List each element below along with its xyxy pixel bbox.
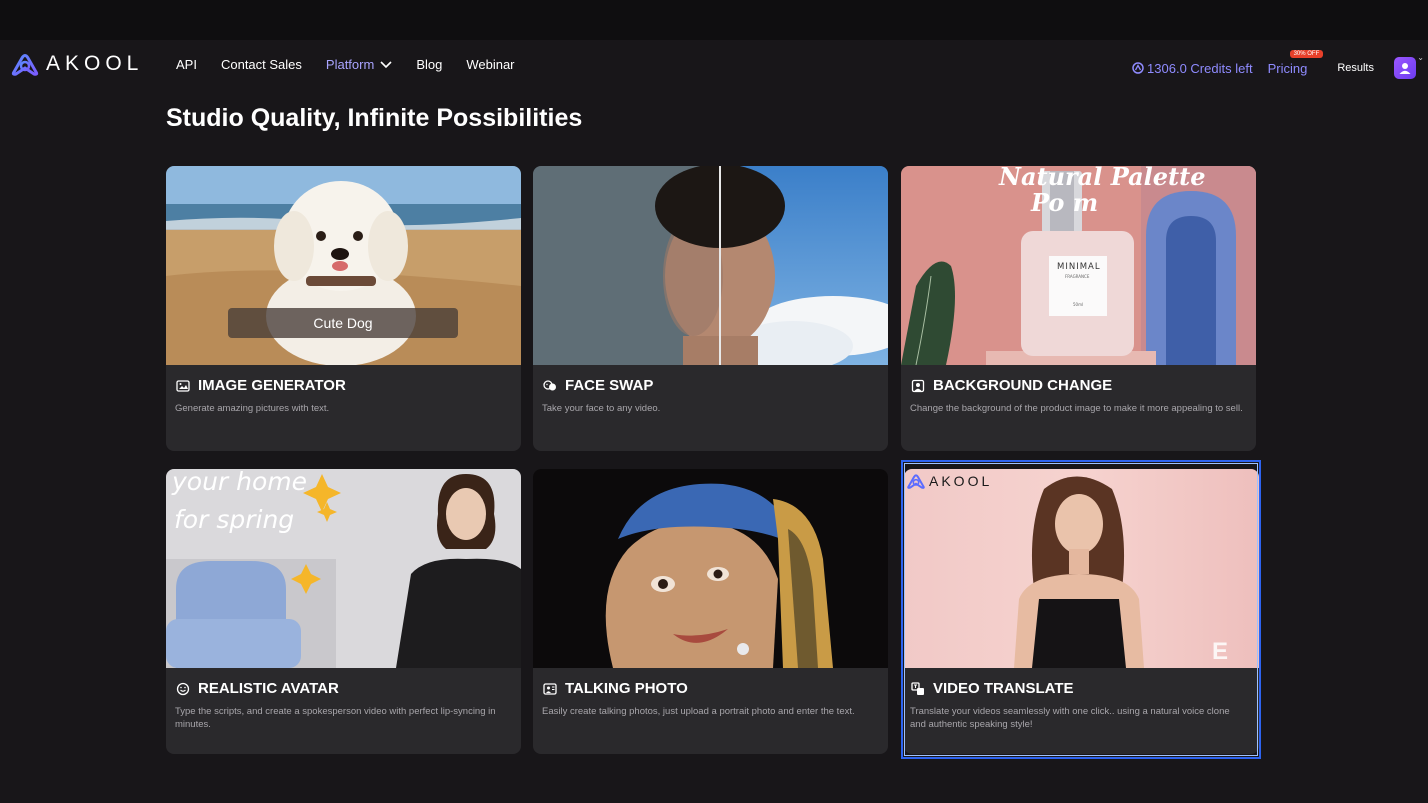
card-title: REALISTIC AVATAR [176, 680, 339, 697]
image-prompt-label: Cute Dog [228, 308, 458, 338]
credits-display[interactable]: 1306.0 Credits left [1132, 61, 1253, 76]
face-swap-image [533, 166, 888, 365]
svg-text:E: E [1212, 638, 1228, 665]
avatar-caret-icon: ⌄ [1417, 53, 1424, 62]
bottle-sublabel: FRAGRANCE [1065, 274, 1090, 279]
card-description: Take your face to any video. [542, 403, 661, 414]
image-caption-text-2: for spring [174, 505, 295, 534]
card-title: TALKING PHOTO [543, 680, 688, 697]
nav-links: API Contact Sales Platform Blog Webinar [176, 57, 539, 72]
nav-link-api[interactable]: API [176, 57, 197, 72]
chevron-down-icon [380, 60, 392, 68]
bottle-label: MINIMAL [1057, 262, 1101, 272]
credits-text: 1306.0 Credits left [1147, 60, 1253, 76]
navbar: AKOOL API Contact Sales Platform Blog We… [0, 40, 1428, 90]
card-image: Natural Palette Po m MINIMAL FRAGRANCE 5… [901, 166, 1256, 365]
nav-link-platform[interactable]: Platform [326, 57, 392, 72]
pricing-link[interactable]: Pricing 30% OFF [1267, 49, 1324, 76]
image-caption-text: your home [172, 469, 308, 496]
card-title-text: VIDEO TRANSLATE [933, 680, 1074, 697]
card-title: BACKGROUND CHANGE [911, 377, 1112, 394]
card-description: Easily create talking photos, just uploa… [542, 706, 855, 717]
image-heading-text: Natural Palette [999, 166, 1206, 191]
card-description: Change the background of the product ima… [910, 403, 1243, 414]
photo-icon [543, 682, 557, 695]
user-avatar[interactable]: ⌄ [1394, 53, 1424, 79]
nav-link-contact-sales[interactable]: Contact Sales [221, 57, 302, 72]
translate-icon [911, 681, 924, 695]
card-image: Cute Dog [166, 166, 521, 365]
image-icon [176, 379, 190, 392]
pearl-earring-image [533, 469, 888, 668]
logo-text: AKOOL [46, 52, 144, 75]
card-image: your home for spring [166, 469, 521, 668]
card-title-text: FACE SWAP [565, 377, 654, 394]
avatar-icon [176, 682, 190, 695]
card-description: Generate amazing pictures with text. [175, 403, 330, 414]
card-image [533, 166, 888, 365]
nav-link-blog[interactable]: Blog [416, 57, 442, 72]
card-description: Type the scripts, and create a spokesper… [175, 706, 496, 730]
image-heading-text-2: Po m [1031, 188, 1099, 217]
background-icon [911, 379, 925, 392]
card-talking-photo[interactable]: TALKING PHOTO Easily create talking phot… [533, 469, 888, 754]
face-swap-icon [543, 379, 556, 390]
video-translate-image: E [904, 469, 1259, 668]
card-realistic-avatar[interactable]: your home for spring REALISTIC AVATAR Ty… [166, 469, 521, 754]
nav-link-platform-label: Platform [325, 57, 375, 72]
watermark-logo: AKOOL [906, 473, 992, 489]
card-description: Translate your videos seamlessly with on… [910, 706, 1230, 730]
top-strip [0, 0, 1428, 40]
section-title: Studio Quality, Infinite Possibilities [166, 104, 583, 132]
card-image: E AKOOL [904, 469, 1259, 668]
card-title-text: REALISTIC AVATAR [198, 680, 339, 697]
nav-right: 1306.0 Credits left Pricing 30% OFF Resu… [1132, 49, 1424, 79]
bottle-volume: 50ml [1073, 302, 1084, 307]
card-title: IMAGE GENERATOR [176, 377, 346, 394]
user-icon [1399, 63, 1411, 74]
card-title: FACE SWAP [543, 377, 653, 394]
card-title-text: TALKING PHOTO [565, 680, 688, 697]
akool-logo[interactable]: AKOOL [10, 52, 143, 76]
credits-icon [1132, 62, 1144, 74]
card-background-change[interactable]: Natural Palette Po m MINIMAL FRAGRANCE 5… [901, 166, 1256, 451]
card-image [533, 469, 888, 668]
nav-link-webinar[interactable]: Webinar [466, 57, 514, 72]
logo-icon [11, 54, 39, 76]
card-video-translate[interactable]: E AKOOL VIDEO TRANSLATE Translate your v… [904, 469, 1259, 754]
avatar-image [166, 469, 521, 668]
card-title: VIDEO TRANSLATE [911, 680, 1074, 697]
card-image-generator[interactable]: Cute Dog IMAGE GENERATOR Generate amazin… [166, 166, 521, 451]
watermark-logo-text: AKOOL [929, 473, 993, 489]
results-link[interactable]: Results [1337, 62, 1374, 74]
card-face-swap[interactable]: FACE SWAP Take your face to any video. [533, 166, 888, 451]
discount-badge: 30% OFF [1289, 49, 1324, 58]
watermark-logo-icon [907, 474, 925, 489]
card-title-text: IMAGE GENERATOR [198, 377, 346, 394]
card-title-text: BACKGROUND CHANGE [933, 377, 1113, 394]
pricing-label: Pricing [1267, 60, 1308, 76]
